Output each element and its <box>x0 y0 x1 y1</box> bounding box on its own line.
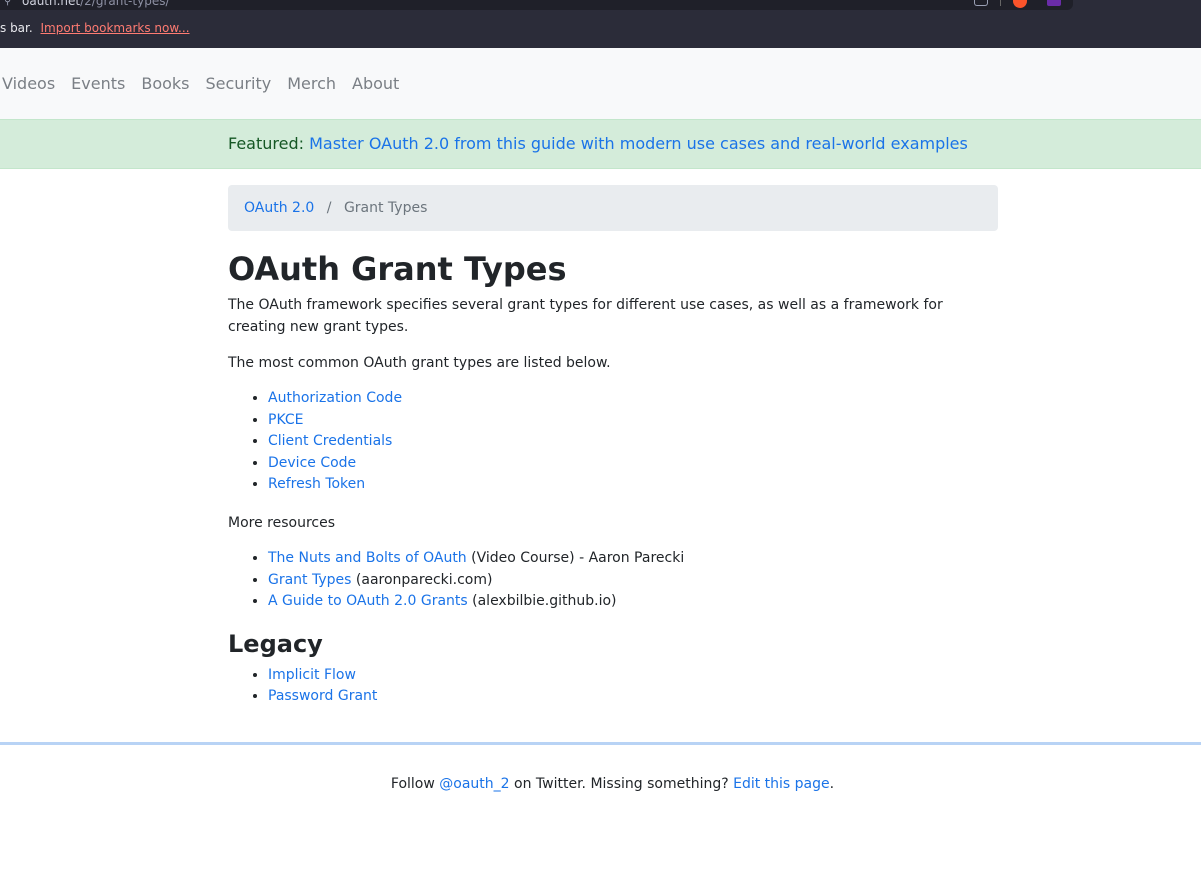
list-item: Grant Types (aaronparecki.com) <box>268 570 998 592</box>
nav-item-books[interactable]: Books <box>141 74 189 93</box>
list-item: Authorization Code <box>268 388 998 410</box>
import-bookmarks-link[interactable]: Import bookmarks now... <box>41 21 190 35</box>
nav-item-merch[interactable]: Merch <box>287 74 336 93</box>
footer: Follow @oauth_2 on Twitter. Missing some… <box>0 776 1201 792</box>
nuts-and-bolts-link[interactable]: The Nuts and Bolts of OAuth <box>268 550 467 566</box>
list-item: Implicit Flow <box>268 665 998 687</box>
url-text[interactable]: oauth.net/2/grant-types/ <box>22 0 170 8</box>
nav-item-security[interactable]: Security <box>206 74 272 93</box>
resources-list: The Nuts and Bolts of OAuth (Video Cours… <box>228 548 998 613</box>
footer-follow-text: Follow <box>390 776 440 792</box>
extension-icon[interactable] <box>1047 0 1061 6</box>
grant-types-resource-link[interactable]: Grant Types <box>268 572 351 588</box>
breadcrumb: OAuth 2.0 / Grant Types <box>228 185 998 231</box>
legacy-list: Implicit Flow Password Grant <box>228 665 998 708</box>
site-info-icon[interactable]: ⚲ <box>4 0 16 7</box>
twitter-handle-link[interactable]: @oauth_2 <box>439 776 509 792</box>
common-intro-paragraph: The most common OAuth grant types are li… <box>228 355 611 371</box>
bookmark-icon[interactable] <box>974 0 988 6</box>
nav-item-events[interactable]: Events <box>71 74 125 93</box>
featured-label: Featured: <box>228 134 305 153</box>
client-credentials-link[interactable]: Client Credentials <box>268 433 392 449</box>
device-code-link[interactable]: Device Code <box>268 455 356 471</box>
resource-note: (alexbilbie.github.io) <box>467 593 617 610</box>
list-item: Device Code <box>268 453 998 475</box>
url-domain: oauth.net <box>22 0 81 8</box>
breadcrumb-current: Grant Types <box>343 200 428 216</box>
address-bar[interactable]: ⚲ oauth.net/2/grant-types/ <box>0 0 1073 10</box>
legacy-heading: Legacy <box>228 629 323 658</box>
more-resources-label: More resources <box>228 514 336 531</box>
bookmarks-text: s bar. <box>0 21 33 35</box>
list-item: A Guide to OAuth 2.0 Grants (alexbilbie.… <box>268 591 998 613</box>
url-path: /2/grant-types/ <box>80 0 170 8</box>
resource-note: (Video Course) - Aaron Parecki <box>466 549 685 566</box>
guide-oauth-grants-link[interactable]: A Guide to OAuth 2.0 Grants <box>268 593 468 609</box>
browser-toolbar: ⚲ oauth.net/2/grant-types/ s bar. Import… <box>0 0 1201 48</box>
breadcrumb-oauth2-link[interactable]: OAuth 2.0 <box>244 200 314 216</box>
pkce-link[interactable]: PKCE <box>268 412 303 428</box>
intro-paragraph: The OAuth framework specifies several gr… <box>228 297 943 335</box>
list-item: The Nuts and Bolts of OAuth (Video Cours… <box>268 548 998 570</box>
list-item: Refresh Token <box>268 474 998 496</box>
nav-item-videos[interactable]: Videos <box>2 74 55 93</box>
refresh-token-link[interactable]: Refresh Token <box>268 476 365 492</box>
main-content: OAuth Grant Types The OAuth framework sp… <box>228 246 998 724</box>
list-item: Password Grant <box>268 686 998 708</box>
nav-item-about[interactable]: About <box>352 74 399 93</box>
featured-link[interactable]: Master OAuth 2.0 from this guide with mo… <box>309 134 968 153</box>
list-item: PKCE <box>268 410 998 432</box>
featured-banner: Featured: Master OAuth 2.0 from this gui… <box>0 119 1201 169</box>
authorization-code-link[interactable]: Authorization Code <box>268 390 402 406</box>
implicit-flow-link[interactable]: Implicit Flow <box>268 667 356 683</box>
list-item: Client Credentials <box>268 431 998 453</box>
footer-divider <box>0 742 1201 745</box>
nav-links: Videos Events Books Security Merch About <box>2 74 399 93</box>
footer-period: . <box>829 776 835 792</box>
footer-mid-text: on Twitter. Missing something? <box>509 776 734 792</box>
site-navbar: Videos Events Books Security Merch About <box>0 48 1201 120</box>
bookmarks-bar: s bar. Import bookmarks now... <box>0 21 190 35</box>
edit-page-link[interactable]: Edit this page <box>733 776 830 792</box>
toolbar-divider <box>1000 0 1001 6</box>
grant-types-list: Authorization Code PKCE Client Credentia… <box>228 388 998 496</box>
breadcrumb-separator: / <box>326 200 332 216</box>
password-grant-link[interactable]: Password Grant <box>268 688 377 704</box>
resource-note: (aaronparecki.com) <box>351 571 493 588</box>
page-title: OAuth Grant Types <box>228 250 567 288</box>
